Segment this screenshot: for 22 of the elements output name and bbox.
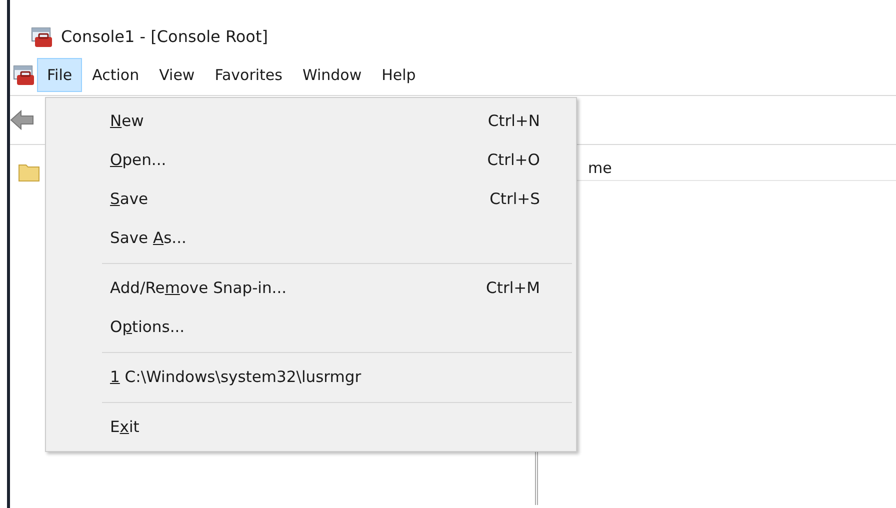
menu-item[interactable]: Help	[372, 58, 426, 92]
menu-command[interactable]: New Ctrl+N	[48, 102, 574, 141]
window-title: Console1 - [Console Root]	[61, 26, 268, 48]
shortcut-text: Ctrl+O	[487, 150, 540, 171]
menu-command[interactable]: 1 C:\Windows\system32\lusrmgr	[48, 358, 574, 397]
menu-command[interactable]: Add/Remove Snap-in... Ctrl+M	[48, 269, 574, 308]
menu-item[interactable]: Favorites	[204, 58, 292, 92]
shortcut-text: Ctrl+N	[488, 110, 540, 132]
menu-command[interactable]: Exit	[48, 408, 574, 447]
menu-item[interactable]: File	[37, 58, 82, 92]
app-icon	[30, 26, 53, 48]
shortcut-text: Ctrl+M	[486, 278, 540, 299]
back-icon[interactable]	[10, 110, 34, 130]
shortcut-text: Ctrl+S	[490, 188, 540, 210]
menu-command[interactable]: Save As...	[48, 219, 574, 258]
menu-item[interactable]: View	[149, 58, 205, 92]
menu-command[interactable]: Save Ctrl+S	[48, 180, 574, 219]
menu-item[interactable]: Window	[292, 58, 372, 92]
menu-item[interactable]: Action	[82, 58, 150, 92]
app-menu-icon[interactable]	[12, 64, 35, 86]
folder-icon[interactable]	[18, 162, 40, 182]
menu-command[interactable]: Options...	[48, 308, 574, 347]
